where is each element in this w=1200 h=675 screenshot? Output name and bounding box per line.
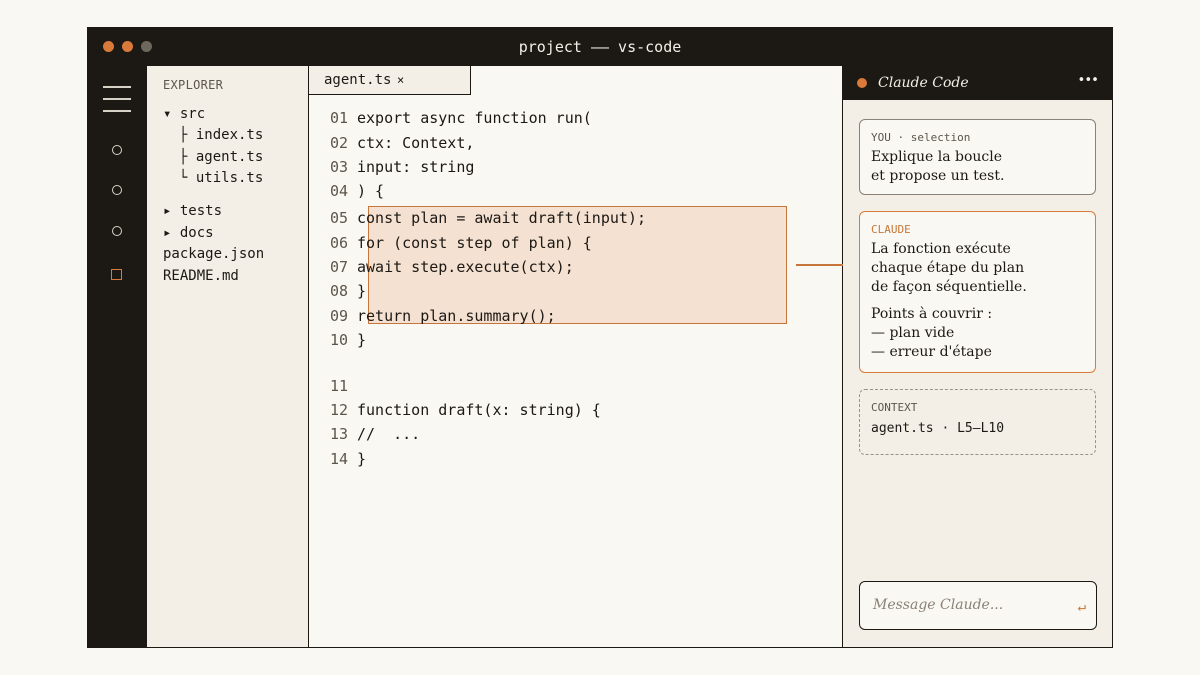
- line-number: 08: [330, 282, 349, 300]
- code-editor[interactable]: agent.ts × 01 export async function run( …: [309, 66, 843, 647]
- assistant-message-line: chaque étape du plan: [871, 260, 1025, 276]
- line-number: 13: [330, 425, 349, 443]
- assistant-message-label: CLAUDE: [871, 223, 911, 236]
- assistant-message-card: CLAUDE La fonction exécute chaque étape …: [859, 211, 1096, 373]
- line-number: 03: [330, 158, 349, 176]
- status-dot-icon: [857, 78, 867, 88]
- tab-label: agent.ts: [324, 72, 392, 88]
- line-number: 14: [330, 450, 349, 468]
- window-title: project —— vs-code: [518, 38, 682, 56]
- line-number: 07: [330, 258, 349, 276]
- line-number: 11: [330, 377, 349, 395]
- code-line: 04 ) {: [309, 182, 839, 204]
- editor-window: project —— vs-code EXPLORER ▾ src ├ inde…: [87, 27, 1113, 648]
- assistant-message-line: La fonction exécute: [871, 241, 1011, 257]
- user-message-label: YOU · selection: [871, 131, 971, 144]
- code-text: for (const step of plan) {: [357, 234, 592, 252]
- tree-file-package-json[interactable]: package.json: [163, 246, 264, 262]
- user-message-card: YOU · selection Explique la boucle et pr…: [859, 119, 1096, 195]
- line-number: 12: [330, 401, 349, 419]
- tree-file-index[interactable]: ├ index.ts: [179, 127, 263, 143]
- tree-file-readme[interactable]: README.md: [163, 268, 239, 284]
- tab-close-icon[interactable]: ×: [397, 73, 404, 87]
- assistant-point-item: — erreur d'étape: [871, 344, 992, 360]
- context-value: agent.ts · L5–L10: [871, 421, 1005, 436]
- code-line: 05 const plan = await draft(input);: [309, 209, 839, 231]
- code-text: function draft(x: string) {: [357, 401, 601, 419]
- context-card: CONTEXT agent.ts · L5–L10: [859, 389, 1096, 455]
- message-input[interactable]: Message Claude... ↵: [859, 581, 1097, 630]
- code-text: // ...: [357, 425, 421, 443]
- code-line: 14}: [309, 450, 839, 472]
- tree-file-utils[interactable]: └ utils.ts: [179, 170, 263, 186]
- line-number: 05: [330, 209, 349, 227]
- code-text: ctx: Context,: [357, 134, 475, 152]
- code-line: 10}: [309, 331, 839, 353]
- code-line: 06 for (const step of plan) {: [309, 234, 839, 256]
- activity-source-control-icon[interactable]: [112, 226, 122, 236]
- send-icon[interactable]: ↵: [1078, 599, 1086, 615]
- code-line: 08}: [309, 282, 839, 304]
- code-text: const plan = await draft(input);: [357, 209, 646, 227]
- code-line: 13 // ...: [309, 425, 839, 447]
- line-number: 04: [330, 182, 349, 200]
- line-number: 02: [330, 134, 349, 152]
- code-line: 01 export async function run(: [309, 109, 839, 131]
- panel-title: Claude Code: [878, 75, 969, 91]
- assistant-message-line: de façon séquentielle.: [871, 279, 1027, 295]
- code-line: 09 return plan.summary();: [309, 307, 839, 329]
- tree-folder-docs[interactable]: ▸ docs: [163, 225, 214, 241]
- tree-folder-src[interactable]: ▾ src: [163, 106, 205, 122]
- message-placeholder: Message Claude...: [873, 597, 1004, 613]
- context-label: CONTEXT: [871, 401, 918, 414]
- title-bar: project —— vs-code: [88, 28, 1112, 66]
- code-line: 12 function draft(x: string) {: [309, 401, 839, 423]
- code-line: 02 ctx: Context,: [309, 134, 839, 156]
- code-text: input: string: [357, 158, 475, 176]
- code-text: export async function run(: [357, 109, 592, 127]
- code-text: }: [357, 450, 367, 468]
- code-text: }: [357, 331, 367, 349]
- activity-extension-icon[interactable]: [111, 269, 122, 280]
- assistant-point-item: — plan vide: [871, 325, 955, 341]
- panel-header: Claude Code •••: [843, 66, 1112, 100]
- assistant-points-title: Points à couvrir :: [871, 306, 993, 322]
- explorer-sidebar: EXPLORER ▾ src ├ index.ts ├ agent.ts └ u…: [147, 66, 309, 647]
- line-number: 06: [330, 234, 349, 252]
- user-message-line: et propose un test.: [871, 168, 1005, 184]
- activity-search-icon[interactable]: [112, 185, 122, 195]
- claude-panel: Claude Code ••• YOU · selection Explique…: [843, 66, 1112, 647]
- tree-file-agent[interactable]: ├ agent.ts: [179, 149, 263, 165]
- more-options-icon[interactable]: •••: [1078, 73, 1100, 88]
- explorer-title: EXPLORER: [163, 78, 224, 92]
- user-message-line: Explique la boucle: [871, 149, 1003, 165]
- line-number: 10: [330, 331, 349, 349]
- tree-folder-tests[interactable]: ▸ tests: [163, 203, 222, 219]
- activity-files-icon[interactable]: [112, 145, 122, 155]
- tab-agent-ts[interactable]: agent.ts ×: [309, 66, 471, 95]
- activity-bar: [88, 66, 147, 647]
- line-number: 01: [330, 109, 349, 127]
- code-text: ) {: [357, 182, 385, 200]
- code-text: return plan.summary();: [357, 307, 556, 325]
- code-line: 03 input: string: [309, 158, 839, 180]
- code-text: await step.execute(ctx);: [357, 258, 574, 276]
- menu-icon[interactable]: [103, 86, 131, 112]
- code-line: 07 await step.execute(ctx);: [309, 258, 839, 280]
- line-number: 09: [330, 307, 349, 325]
- code-text: }: [357, 282, 367, 300]
- code-line: 11: [309, 377, 839, 399]
